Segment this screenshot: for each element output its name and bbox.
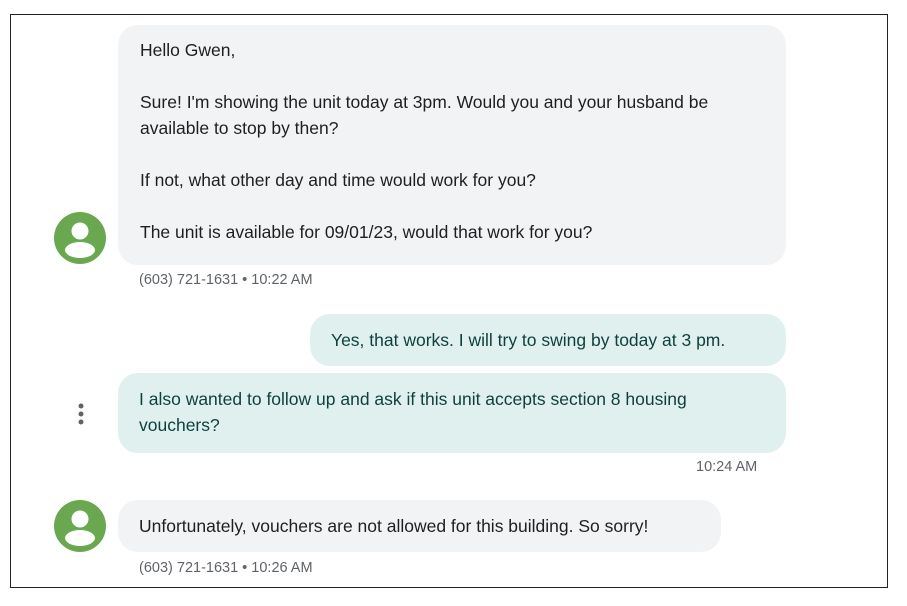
person-avatar-icon[interactable] (54, 500, 106, 552)
incoming-message-bubble[interactable]: Unfortunately, vouchers are not allowed … (118, 500, 721, 552)
message-text: Unfortunately, vouchers are not allowed … (139, 516, 649, 536)
message-meta: (603) 721-1631 • 10:22 AM (139, 272, 313, 288)
message-paragraph: The unit is available for 09/01/23, woul… (140, 222, 593, 242)
message-meta: (603) 721-1631 • 10:26 AM (139, 560, 313, 576)
outgoing-message-bubble[interactable]: I also wanted to follow up and ask if th… (118, 373, 786, 453)
message-text: I also wanted to follow up and ask if th… (139, 389, 687, 435)
more-vert-icon[interactable] (76, 402, 86, 426)
outgoing-message-bubble[interactable]: Yes, that works. I will try to swing by … (310, 314, 786, 366)
message-timestamp: 10:24 AM (696, 459, 758, 475)
person-avatar-icon[interactable] (54, 212, 106, 264)
message-paragraph: If not, what other day and time would wo… (140, 170, 536, 190)
message-paragraph: Sure! I'm showing the unit today at 3pm.… (140, 92, 714, 138)
incoming-message-bubble[interactable]: Hello Gwen, Sure! I'm showing the unit t… (118, 25, 786, 265)
message-paragraph: Hello Gwen, (140, 40, 236, 60)
message-text: Yes, that works. I will try to swing by … (331, 330, 726, 350)
